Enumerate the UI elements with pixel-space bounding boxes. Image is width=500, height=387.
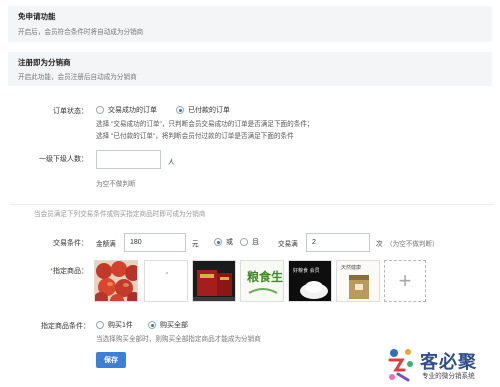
product-thumb-rice[interactable]: 好粮食 会员 xyxy=(288,260,332,302)
count-input[interactable]: 2 xyxy=(306,233,370,252)
gift-bag-product-text: 天然健康 xyxy=(341,264,361,271)
register-distributor-section: 注册即为分销商 开启此功能，会员注册后自动成为分销商 xyxy=(8,52,492,86)
auto-distributor-section: 免申请功能 开启后，会员符合条件时将自动成为分销商 xyxy=(8,6,492,42)
order-status-option-success-label: 交易成功的订单 xyxy=(108,107,157,114)
amount-input[interactable]: 180 xyxy=(124,233,186,252)
order-status-label: 订单状态： xyxy=(53,108,88,115)
count-hint: （为空不做判断） xyxy=(386,241,439,248)
auto-distributor-desc: 开启后，会员符合条件时将自动成为分销商 xyxy=(18,29,144,36)
subordinates-input[interactable] xyxy=(96,150,161,169)
red-box-product-icon xyxy=(193,261,235,301)
trade-condition-label: 交易条件： xyxy=(53,240,88,247)
amount-label: 金额满 xyxy=(96,241,116,248)
products-label: *指定商品： xyxy=(30,266,88,276)
plus-icon: + xyxy=(398,268,412,293)
order-status-option-paid[interactable]: 已付款的订单 xyxy=(176,105,230,115)
logic-option-or-label: 或 xyxy=(226,239,233,246)
count-unit: 次 xyxy=(376,241,383,248)
order-status-help-1: 选择 "交易成功的订单"，只判断会员交易成功的订单是否满足下面的条件； xyxy=(96,121,314,128)
logic-option-or[interactable]: 或 xyxy=(214,237,233,247)
gift-bag-product-icon: 天然健康 xyxy=(337,261,379,301)
radio-selected-icon xyxy=(176,106,184,114)
radio-icon xyxy=(96,321,104,329)
radio-selected-icon xyxy=(148,321,156,329)
product-thumb-green-tea[interactable]: 粮食生活 xyxy=(240,260,284,302)
register-distributor-title: 注册即为分销商 xyxy=(18,58,71,67)
green-tea-product-text: 粮食生活 xyxy=(247,269,284,284)
logic-option-and[interactable]: 且 xyxy=(240,237,259,247)
product-condition-hint: 当选择购买全部时，则购买全部指定商品才能成为分销商 xyxy=(96,336,261,343)
product-thumb-gift-bag[interactable]: 天然健康 xyxy=(336,260,380,302)
subordinates-unit: 人 xyxy=(168,159,175,166)
save-button[interactable]: 保存 xyxy=(96,352,126,368)
divider-text: 当会员满足下列交易条件或购买指定商品时即可成为分销商 xyxy=(34,211,206,218)
brand-mark-icon xyxy=(388,349,413,382)
logic-option-and-label: 且 xyxy=(252,239,259,246)
radio-selected-icon xyxy=(214,238,222,246)
register-distributor-desc: 开启此功能，会员注册后自动成为分销商 xyxy=(18,74,137,81)
add-product-button[interactable]: + xyxy=(384,260,426,302)
product-condition-option-one[interactable]: 购买1件 xyxy=(96,320,133,330)
product-condition-option-all[interactable]: 购买全部 xyxy=(148,320,188,330)
product-condition-label: 指定商品条件： xyxy=(41,323,90,330)
products-label-text: 指定商品： xyxy=(53,268,88,275)
radio-icon xyxy=(96,106,104,114)
radio-icon xyxy=(240,238,248,246)
divider xyxy=(10,204,494,205)
brand-tagline: 专业的微分销系统 xyxy=(422,373,475,380)
green-tea-product-icon: 粮食生活 xyxy=(241,261,284,301)
product-thumb-blank[interactable] xyxy=(144,260,188,302)
product-condition-option-one-label: 购买1件 xyxy=(108,322,133,329)
count-label: 交易满 xyxy=(278,241,298,248)
brand-logo: 客必聚 专业的微分销系统 xyxy=(386,346,496,384)
blank-product-icon xyxy=(145,261,187,301)
subordinates-label: 一级下级人数： xyxy=(39,156,88,163)
order-status-help-2: 选择 "已付款的订单"，将判断会员付过款的订单是否满足下面的条件 xyxy=(96,133,294,140)
order-status-option-paid-label: 已付款的订单 xyxy=(188,107,230,114)
product-thumb-apple[interactable] xyxy=(94,260,138,302)
rice-product-text: 好粮食 会员 xyxy=(293,267,320,274)
amount-unit: 元 xyxy=(192,241,199,248)
auto-distributor-title: 免申请功能 xyxy=(18,12,56,21)
subordinates-hint: 为空不做判断 xyxy=(96,181,136,188)
product-thumb-red-box[interactable] xyxy=(192,260,236,302)
apple-photo-icon xyxy=(95,261,137,301)
rice-product-icon: 好粮食 会员 xyxy=(289,261,331,301)
product-condition-option-all-label: 购买全部 xyxy=(160,322,188,329)
order-status-option-success[interactable]: 交易成功的订单 xyxy=(96,105,157,115)
